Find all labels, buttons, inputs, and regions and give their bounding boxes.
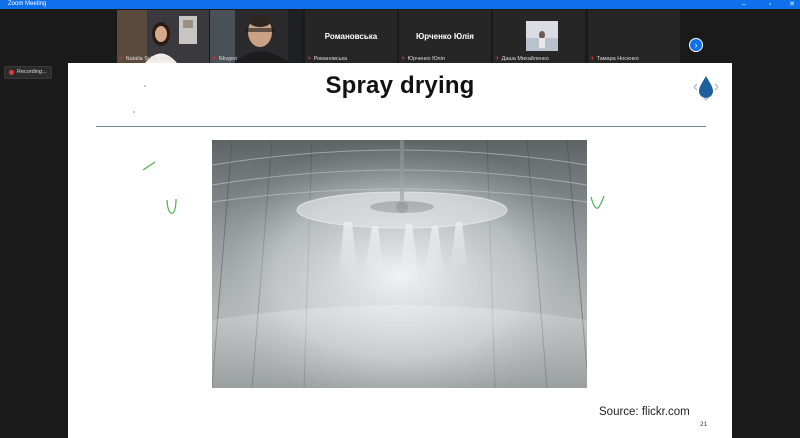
participant-tile[interactable]: ✈ Nkvgen <box>210 10 302 63</box>
mic-muted-icon: ✈ <box>401 56 406 62</box>
window-titlebar: Zoom Meeting – ▫ ✕ <box>0 0 800 9</box>
recording-indicator[interactable]: Recording... <box>4 66 52 79</box>
mic-muted-icon: ✈ <box>590 56 595 62</box>
participant-label: ✈ Nkvgen <box>212 56 238 62</box>
restore-icon[interactable]: ▫ <box>762 0 778 9</box>
participant-tile[interactable]: Юрченко Юлія ✈ Юрченко Юлія <box>399 10 491 63</box>
participant-name-display: Юрченко Юлія <box>416 32 474 41</box>
recording-label: Recording... <box>17 69 47 75</box>
spray-drying-photo <box>212 140 587 388</box>
slide-title: Spray drying <box>325 72 475 99</box>
participant-tile[interactable]: ✈ Тамара Носенко <box>588 10 680 63</box>
mic-muted-icon: ✈ <box>307 56 312 62</box>
participant-name-display: Романовська <box>324 32 378 41</box>
participant-tile[interactable]: Романовська ✈ Романовська <box>305 10 397 63</box>
participant-label: ✈ Тамара Носенко <box>590 56 639 62</box>
participant-label: ✈ Романовська <box>307 56 348 62</box>
participant-label: ✈ Natalia Sukachevа <box>119 56 172 62</box>
record-dot-icon <box>9 70 14 75</box>
minimize-icon[interactable]: – <box>736 0 752 9</box>
mic-muted-icon: ✈ <box>495 56 500 62</box>
mic-muted-icon: ✈ <box>212 56 217 62</box>
participants-strip: ✈ Natalia Sukachevа ✈ Nkvgen Романовська ✈… <box>0 9 800 64</box>
window-title: Zoom Meeting <box>8 1 47 7</box>
participant-tile[interactable]: ✈ Natalia Sukachevа <box>117 10 209 63</box>
participant-label: ✈ Даша Михайленко <box>495 56 549 62</box>
water-drop-icon <box>693 76 719 101</box>
close-icon[interactable]: ✕ <box>784 0 800 9</box>
shared-slide: Spray drying Source: flickr.com 21 <box>68 63 732 438</box>
participant-label: ✈ Юрченко Юлія <box>401 56 445 62</box>
mic-muted-icon: ✈ <box>119 56 124 62</box>
image-source-caption: Source: flickr.com <box>599 406 690 418</box>
chevron-right-icon: › <box>694 40 698 50</box>
slide-page-number: 21 <box>700 421 708 428</box>
title-divider <box>96 126 706 127</box>
next-participants-button[interactable]: › <box>689 38 703 52</box>
participant-tile[interactable]: ✈ Даша Михайленко <box>493 10 585 63</box>
